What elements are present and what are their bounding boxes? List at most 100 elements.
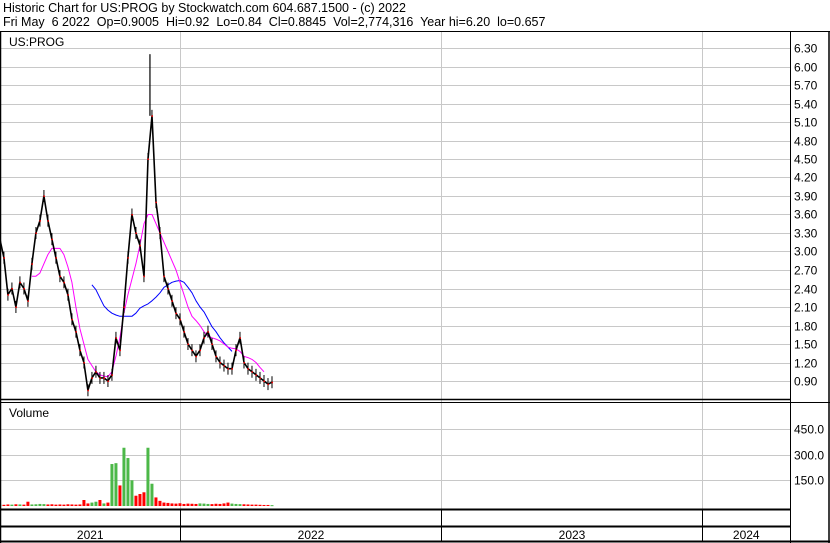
close-marker <box>179 318 181 321</box>
close-marker <box>103 377 105 379</box>
close-marker <box>215 355 217 358</box>
volume-bar <box>170 503 174 506</box>
year-label: 2024 <box>733 528 760 542</box>
close-marker <box>255 374 257 376</box>
volume-tick-label: 450.0 <box>794 423 824 437</box>
close-marker <box>115 337 117 339</box>
volume-bar <box>238 504 242 506</box>
close-marker <box>227 368 229 370</box>
close-marker <box>95 371 97 373</box>
price-tick-label: 4.50 <box>794 153 818 167</box>
close-marker <box>151 115 153 117</box>
volume-bar <box>50 504 54 506</box>
volume-bar <box>182 503 186 506</box>
volume-tick-label: 300.0 <box>794 449 824 463</box>
volume-bar <box>10 504 14 506</box>
volume-bar <box>62 504 66 506</box>
volume-bar <box>166 502 170 506</box>
volume-bar <box>210 504 214 506</box>
volume-bar <box>82 500 86 506</box>
volume-bar <box>178 503 182 506</box>
close-marker <box>143 275 145 278</box>
close-marker <box>247 368 249 370</box>
close-marker <box>243 362 245 364</box>
volume-bar <box>46 504 50 506</box>
volume-bar <box>90 502 94 506</box>
close-marker <box>223 365 225 367</box>
volume-bar <box>230 503 234 506</box>
close-marker <box>135 232 137 234</box>
volume-bar <box>186 503 190 506</box>
price-tick-label: 0.90 <box>794 375 818 389</box>
close-marker <box>39 220 41 222</box>
volume-bar <box>226 502 230 506</box>
close-marker <box>107 380 109 382</box>
volume-bar <box>114 463 118 506</box>
close-marker <box>23 288 25 290</box>
volume-bar <box>242 504 246 506</box>
price-tick-label: 3.90 <box>794 190 818 204</box>
close-marker <box>219 362 221 364</box>
volume-bar <box>138 494 142 506</box>
close-marker <box>231 368 233 370</box>
volume-bar <box>42 504 46 506</box>
volume-bar <box>70 504 74 506</box>
volume-bar <box>146 447 150 506</box>
volume-bar <box>194 503 198 506</box>
price-tick-label: 4.20 <box>794 171 818 185</box>
close-marker <box>191 349 193 352</box>
close-marker <box>203 337 205 339</box>
close-marker <box>3 257 5 259</box>
close-marker <box>211 343 213 345</box>
volume-bar <box>94 501 98 506</box>
close-marker <box>91 377 93 379</box>
volume-bar <box>106 502 110 506</box>
close-marker <box>111 374 113 376</box>
close-marker <box>259 377 261 379</box>
close-marker <box>27 300 29 302</box>
volume-bar <box>202 503 206 506</box>
close-marker <box>175 312 177 315</box>
close-marker <box>187 343 189 345</box>
price-tick-label: 6.00 <box>794 61 818 75</box>
close-marker <box>267 383 269 386</box>
volume-tick-label: 150.0 <box>794 474 824 488</box>
volume-bar <box>122 447 126 506</box>
volume-bar <box>118 485 122 506</box>
volume-bar <box>150 483 154 506</box>
grid-lines <box>0 32 790 509</box>
volume-bar <box>6 504 10 506</box>
volume-bar <box>34 504 38 506</box>
volume-bar <box>142 492 146 506</box>
volume-bar <box>74 504 78 506</box>
price-tick-label: 1.20 <box>794 357 818 371</box>
close-marker <box>87 389 89 392</box>
price-tick-label: 3.30 <box>794 227 818 241</box>
close-marker <box>171 300 173 302</box>
close-marker <box>19 281 21 284</box>
close-marker <box>183 331 185 333</box>
close-marker <box>159 232 161 234</box>
close-marker <box>35 232 37 234</box>
close-marker <box>271 381 273 384</box>
volume-bar <box>158 500 162 506</box>
volume-bar <box>198 503 202 506</box>
volume-bar <box>254 504 258 506</box>
price-tick-label: 5.10 <box>794 116 818 130</box>
volume-bar <box>250 504 254 506</box>
close-marker <box>67 294 69 296</box>
price-tick-label: 3.00 <box>794 245 818 259</box>
volume-bar <box>38 503 42 506</box>
close-marker <box>71 318 73 321</box>
volume-bar <box>134 495 138 506</box>
price-tick-label: 2.40 <box>794 283 818 297</box>
volume-bar <box>270 505 274 507</box>
volume-bar <box>262 504 266 506</box>
volume-bar <box>14 504 18 506</box>
volume-bar <box>2 504 6 506</box>
close-marker <box>263 380 265 382</box>
volume-bar <box>190 503 194 506</box>
price-tick-label: 5.70 <box>794 79 818 93</box>
volume-bar <box>22 504 26 506</box>
close-marker <box>63 281 65 284</box>
